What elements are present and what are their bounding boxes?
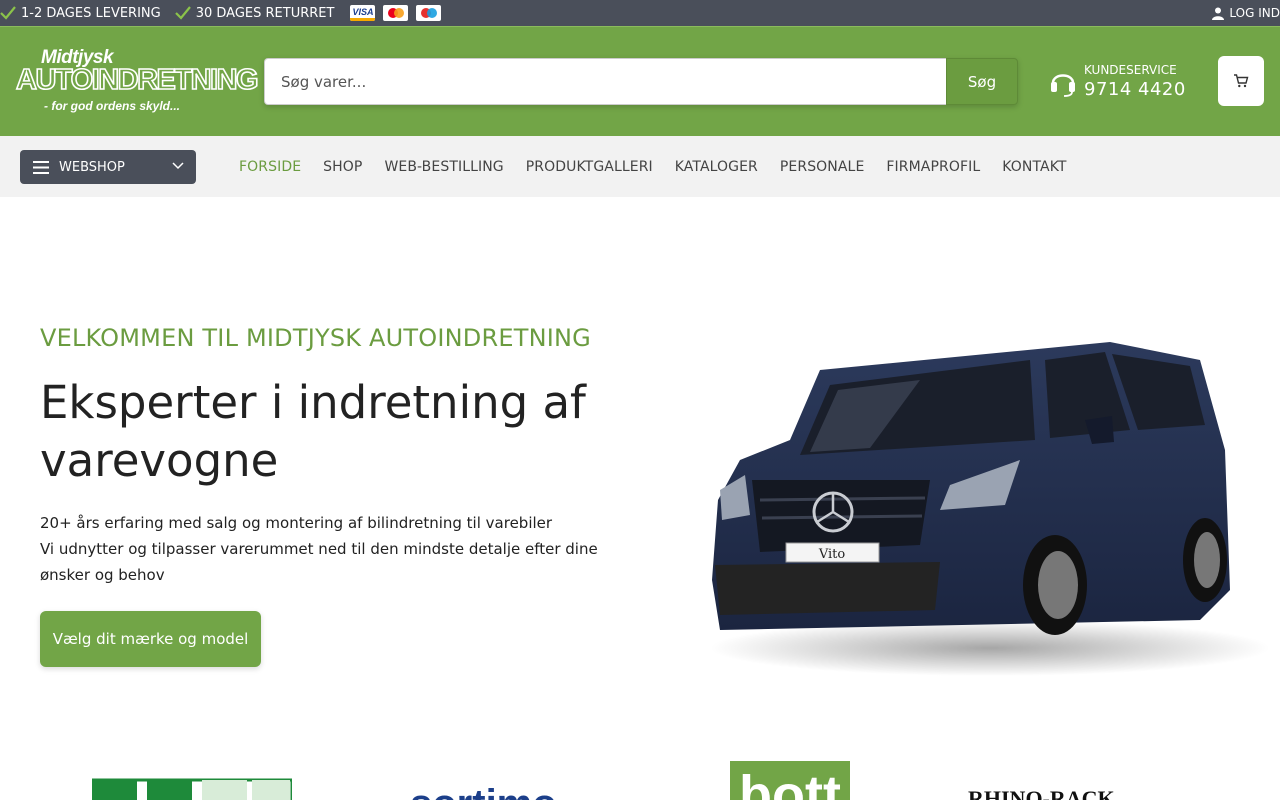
hamburger-icon bbox=[33, 160, 49, 174]
login-link[interactable]: LOG IND bbox=[1212, 0, 1280, 26]
brand-logo-1-graphic bbox=[92, 778, 292, 800]
mastercard-icon bbox=[383, 5, 409, 21]
usp-delivery: 1-2 DAGES LEVERING bbox=[0, 0, 161, 26]
hero-text-line-1: 20+ års erfaring med salg og montering a… bbox=[40, 514, 553, 532]
brand-logo-rhino-rack-label: RHINO-RACK bbox=[968, 786, 1115, 800]
logo-tagline: - for god ordens skyld... bbox=[44, 99, 181, 113]
service-phone[interactable]: 9714 4420 bbox=[1084, 79, 1186, 100]
nav-item-produktgalleri[interactable]: PRODUKTGALLERI bbox=[526, 159, 653, 175]
webshop-label: WEBSHOP bbox=[59, 159, 125, 175]
chevron-down-icon bbox=[172, 162, 184, 170]
logo-line-2: AUTOINDRETNING bbox=[15, 63, 259, 97]
service-label: KUNDESERVICE bbox=[1084, 63, 1177, 77]
brand-logo-1[interactable] bbox=[92, 760, 292, 800]
van-plate: Vito bbox=[818, 547, 846, 562]
cart-button[interactable] bbox=[1218, 56, 1264, 106]
search-button[interactable]: Søg bbox=[946, 58, 1018, 105]
brand-logo-bott[interactable]: bott bbox=[730, 761, 850, 800]
nav-item-firmaprofil[interactable]: FIRMAPROFIL bbox=[886, 159, 980, 175]
customer-service[interactable]: KUNDESERVICE 9714 4420 bbox=[1050, 63, 1186, 100]
nav-item-shop[interactable]: SHOP bbox=[323, 159, 362, 175]
visa-card-label: VISA bbox=[352, 7, 374, 17]
hero-eyebrow: VELKOMMEN TIL MIDTJYSK AUTOINDRETNING bbox=[40, 324, 591, 352]
nav-menu: FORSIDE SHOP WEB-BESTILLING PRODUKTGALLE… bbox=[239, 136, 1089, 197]
van-image: Vito bbox=[710, 342, 1270, 676]
brand-logo-bott-label: bott bbox=[739, 765, 841, 800]
usp-delivery-label: 1-2 DAGES LEVERING bbox=[21, 5, 161, 21]
hero-text: 20+ års erfaring med salg og montering a… bbox=[40, 510, 630, 588]
main-nav: WEBSHOP FORSIDE SHOP WEB-BESTILLING PROD… bbox=[0, 136, 1280, 197]
site-header: Midtjysk AUTOINDRETNING - for god ordens… bbox=[0, 26, 1280, 136]
search-input[interactable] bbox=[264, 58, 946, 105]
login-label: LOG IND bbox=[1229, 6, 1280, 20]
cart-icon bbox=[1234, 74, 1249, 88]
top-bar: 1-2 DAGES LEVERING 30 DAGES RETURRET VIS… bbox=[0, 0, 1280, 26]
usp-return: 30 DAGES RETURRET bbox=[174, 0, 335, 26]
hero-text-line-2: Vi udnytter og tilpasser varerummet ned … bbox=[40, 540, 598, 584]
brand-logo-sortimo[interactable]: sortimo bbox=[410, 778, 610, 800]
search-bar: Søg bbox=[264, 58, 1018, 105]
nav-item-web-bestilling[interactable]: WEB-BESTILLING bbox=[384, 159, 503, 175]
webshop-menu-button[interactable]: WEBSHOP bbox=[20, 150, 196, 184]
site-logo[interactable]: Midtjysk AUTOINDRETNING - for god ordens… bbox=[15, 47, 259, 117]
choose-make-model-button[interactable]: Vælg dit mærke og model bbox=[40, 611, 261, 667]
maestro-card-icon bbox=[416, 5, 442, 21]
hero-title: Eksperter i indretning af varevogne bbox=[40, 376, 586, 487]
nav-item-personale[interactable]: PERSONALE bbox=[780, 159, 865, 175]
visa-card-icon: VISA bbox=[350, 5, 376, 21]
usp-return-label: 30 DAGES RETURRET bbox=[195, 5, 335, 21]
nav-item-kontakt[interactable]: KONTAKT bbox=[1002, 159, 1066, 175]
brand-logo-rhino-rack[interactable]: RHINO-RACK bbox=[968, 782, 1188, 800]
headset-icon bbox=[1051, 73, 1075, 97]
brand-logo-sortimo-label: sortimo bbox=[410, 784, 610, 800]
nav-item-kataloger[interactable]: KATALOGER bbox=[675, 159, 758, 175]
check-icon bbox=[174, 6, 191, 20]
payment-cards: VISA bbox=[350, 5, 442, 21]
nav-item-forside[interactable]: FORSIDE bbox=[239, 159, 301, 175]
user-icon bbox=[1212, 7, 1225, 20]
check-icon bbox=[0, 6, 16, 20]
